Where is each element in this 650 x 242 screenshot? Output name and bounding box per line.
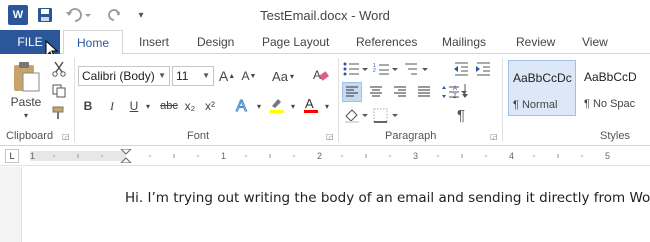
style-no-spacing-name: ¶ No Spac [584,98,636,110]
title-bar: W ▾ TestEmail.docx - Word [0,0,650,30]
tab-insert[interactable]: Insert [139,30,169,54]
style-normal-sample: AaBbCcDc [513,71,572,85]
group-divider [502,58,503,142]
subscript-button[interactable]: x₂ [182,96,198,116]
tab-references[interactable]: References [356,30,417,54]
tab-mailings[interactable]: Mailings [442,30,486,54]
clipboard-launcher-icon[interactable]: ◲ [62,132,70,141]
chevron-down-icon[interactable]: ▼ [158,71,166,80]
font-name-value: Calibri (Body) [82,69,155,83]
change-case-button[interactable]: Aa ▾ [268,66,298,86]
svg-text:A: A [453,86,457,92]
svg-text:2: 2 [373,68,376,74]
superscript-button[interactable]: x² [202,96,218,116]
tab-review[interactable]: Review [516,30,555,54]
font-group-label: Font [187,130,210,142]
style-normal[interactable]: AaBbCcDc ¶ Normal [508,60,576,116]
style-normal-name: ¶ Normal [513,99,558,111]
italic-button[interactable]: I [104,96,120,116]
bullets-icon[interactable] [342,60,370,78]
paragraph-launcher-icon[interactable]: ◲ [490,132,498,141]
ruler-label: 2 [317,151,322,161]
horizontal-ruler-bar: L 1 1 2 3 4 5 [0,146,650,166]
group-divider [74,58,75,142]
cut-icon[interactable] [50,60,68,78]
document-body-text: Hi. I’m trying out writing the body of a… [125,190,650,206]
ribbon: Paste ▾ Clipboard ◲ Calibri (Body) ▼ 11 … [0,54,650,146]
clear-formatting-icon[interactable]: A [310,64,332,86]
style-no-spacing-sample: AaBbCcD [584,70,637,84]
copy-icon[interactable] [50,82,68,100]
ruler-label: 1 [30,151,35,161]
ruler-label: 4 [509,151,514,161]
svg-text:A: A [313,68,321,82]
font-size-combo[interactable]: 11 ▼ [172,66,214,86]
chevron-down-icon[interactable]: ▼ [202,71,210,80]
change-case-label: Aa [272,68,288,84]
document-area[interactable]: Hi. I’m trying out writing the body of a… [0,167,650,242]
strikethrough-button[interactable]: abc [158,96,180,116]
show-formatting-marks-icon[interactable]: ¶ [452,106,470,124]
tab-selector[interactable]: L [5,149,19,163]
tab-home[interactable]: Home [63,30,123,55]
svg-text:A: A [305,96,314,111]
styles-group-label: Styles [600,130,630,142]
highlight-dropdown-icon[interactable]: ▾ [288,96,298,116]
font-name-combo[interactable]: Calibri (Body) ▼ [78,66,170,86]
align-center-button[interactable] [366,82,386,102]
tab-design[interactable]: Design [197,30,234,54]
paste-icon[interactable] [8,60,44,94]
paragraph-group-label: Paragraph [385,130,437,142]
document-body-line[interactable]: Hi. I’m trying out writing the body of a… [125,189,650,206]
sort-icon[interactable]: AZ [452,82,470,100]
decrease-indent-icon[interactable] [452,60,470,78]
group-divider [338,58,339,142]
ribbon-tabs: FILE Home Insert Design Page Layout Refe… [0,30,650,60]
ruler-label: 3 [413,151,418,161]
numbering-icon[interactable]: 12 [372,60,400,78]
align-right-button[interactable] [390,82,410,102]
ruler-label: 1 [221,151,226,161]
style-no-spacing[interactable]: AaBbCcD ¶ No Spac [580,60,650,116]
grow-font-icon[interactable]: A ▲ [218,66,236,86]
font-color-icon[interactable]: A [300,94,322,116]
window-title: TestEmail.docx - Word [260,8,390,23]
underline-button[interactable]: U [126,96,142,116]
tab-view[interactable]: View [582,30,608,54]
paste-dropdown-icon[interactable]: ▾ [18,110,34,120]
highlight-color-icon[interactable] [266,94,288,116]
clipboard-group-label: Clipboard [6,130,54,142]
format-painter-icon[interactable] [50,104,68,122]
font-color-dropdown-icon[interactable]: ▾ [322,96,332,116]
increase-indent-icon[interactable] [474,60,492,78]
horizontal-ruler[interactable]: 1 1 2 3 4 5 [30,149,630,163]
borders-icon[interactable] [372,106,400,126]
paste-button[interactable]: Paste [6,94,46,110]
tab-page-layout[interactable]: Page Layout [262,30,329,54]
justify-button[interactable] [414,82,434,102]
bold-button[interactable]: B [80,96,96,116]
multilevel-list-icon[interactable] [402,60,430,78]
vertical-ruler [0,167,22,242]
svg-text:A: A [236,98,247,114]
shading-icon[interactable] [342,106,370,126]
font-launcher-icon[interactable]: ◲ [326,132,334,141]
svg-text:Z: Z [453,94,457,99]
shrink-font-icon[interactable]: A ▼ [240,66,258,86]
text-effects-dropdown-icon[interactable]: ▾ [254,96,264,116]
ruler-label: 5 [605,151,610,161]
underline-dropdown-icon[interactable]: ▾ [143,96,153,116]
text-effects-icon[interactable]: A [232,94,254,116]
align-left-button[interactable] [342,82,362,102]
font-size-value: 11 [176,69,189,83]
